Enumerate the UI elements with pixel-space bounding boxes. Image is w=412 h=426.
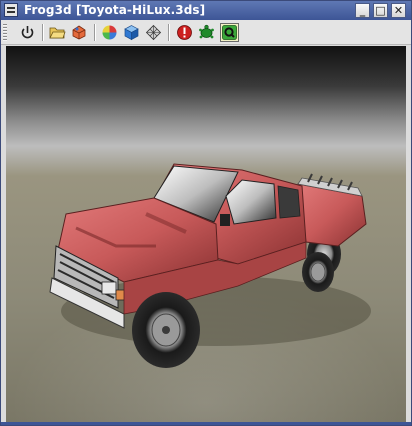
close-button[interactable]: ✕ [391,3,406,18]
stop-button[interactable] [175,23,194,42]
window-menu-icon[interactable] [4,3,18,17]
truck-model-render [49,163,371,368]
power-button[interactable] [18,23,37,42]
wireframe-icon [145,24,162,41]
toolbar [1,20,411,45]
wireframe-button[interactable] [144,23,163,42]
qt-icon [222,25,237,40]
title-bar[interactable]: Frog3d [Toyota-HiLux.3ds] _ □ ✕ [1,1,411,20]
folder-icon [49,27,66,39]
maximize-button[interactable]: □ [373,3,388,18]
model-icon [72,25,86,40]
toolbar-grip[interactable] [3,24,7,41]
toolbar-separator [42,24,44,41]
cube-button[interactable] [122,23,141,42]
qt-button[interactable] [220,23,239,42]
minimize-button[interactable]: _ [355,3,370,18]
window-title: Frog3d [Toyota-HiLux.3ds] [24,3,206,17]
open-button[interactable] [48,23,67,42]
color-button[interactable] [100,23,119,42]
window-bottom-border[interactable] [1,422,411,425]
load-model-button[interactable] [70,23,89,42]
app-window: Frog3d [Toyota-HiLux.3ds] _ □ ✕ [0,0,412,426]
turtle-icon [199,24,214,39]
toolbar-separator [94,24,96,41]
toolbar-separator [168,24,170,41]
3d-viewport[interactable] [6,46,406,422]
cube-icon [124,25,139,41]
stop-icon [177,25,192,40]
power-icon [21,26,34,39]
color-wheel-icon [102,25,117,40]
turtle-button[interactable] [197,23,216,42]
